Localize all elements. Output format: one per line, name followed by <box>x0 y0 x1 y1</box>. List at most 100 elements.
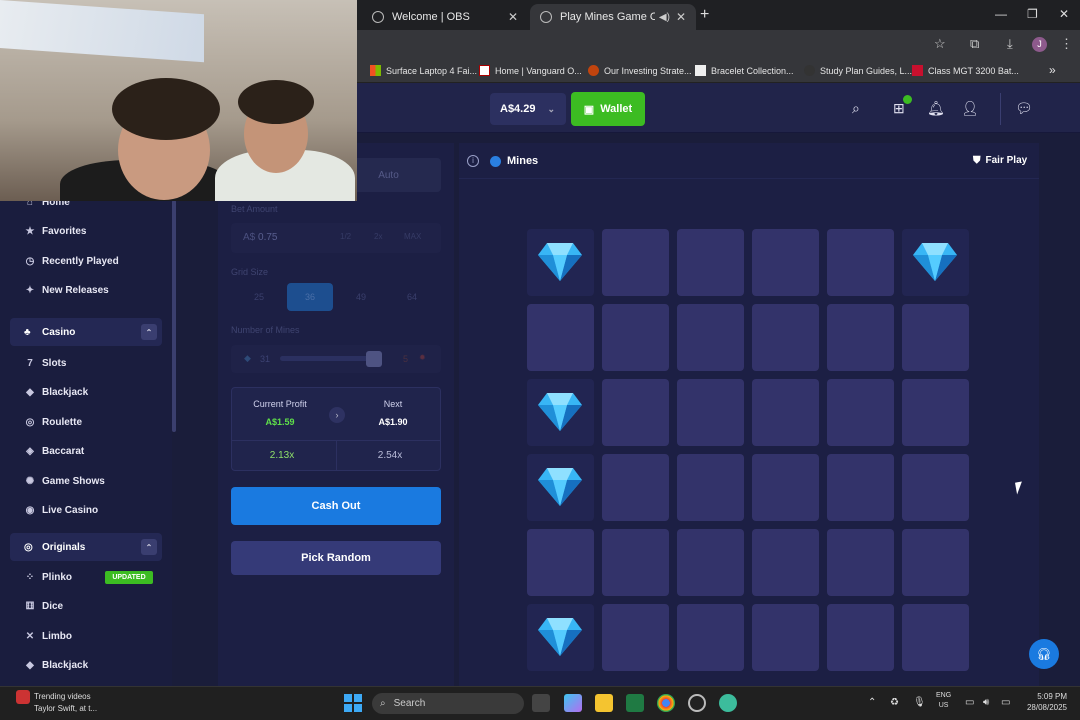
maximize-icon[interactable]: ❐ <box>1027 7 1038 21</box>
hidden-tile[interactable] <box>752 304 819 371</box>
hidden-tile[interactable] <box>752 529 819 596</box>
bell-icon[interactable]: 🔔︎ <box>927 100 945 117</box>
gift-icon[interactable]: ⊞ <box>893 100 905 117</box>
hidden-tile[interactable] <box>902 379 969 446</box>
tray-chevron-icon[interactable]: ⌃ <box>868 697 876 708</box>
hidden-tile[interactable] <box>827 604 894 671</box>
pick-random-button[interactable]: Pick Random <box>231 541 441 575</box>
user-icon[interactable]: 👤︎ <box>961 100 979 117</box>
chat-icon[interactable]: 💬︎ <box>1015 100 1033 117</box>
hidden-tile[interactable] <box>827 454 894 521</box>
sidebar-item-dice[interactable]: ⚅ Dice <box>10 592 162 620</box>
hidden-tile[interactable] <box>752 454 819 521</box>
bookmark-item[interactable]: Home | Vanguard O... <box>479 65 582 76</box>
hidden-tile[interactable] <box>827 304 894 371</box>
grid-option-36[interactable]: 36 <box>287 283 333 311</box>
wallet-button[interactable]: ▣ Wallet <box>571 92 645 126</box>
close-icon[interactable]: ✕ <box>676 10 686 24</box>
sidebar-item-game-shows[interactable]: ✺ Game Shows <box>10 467 162 495</box>
speaker-icon[interactable]: ◀) <box>659 12 670 23</box>
system-clock[interactable]: 5:09 PM 28/08/2025 <box>1023 691 1067 713</box>
fair-play-button[interactable]: ⛊ Fair Play <box>973 155 1027 166</box>
sidebar-item-slots[interactable]: 7 Slots <box>10 349 162 377</box>
hidden-tile[interactable] <box>827 529 894 596</box>
windows-start-icon[interactable] <box>344 694 362 712</box>
hidden-tile[interactable] <box>827 379 894 446</box>
microphone-icon[interactable]: 🎙︎ <box>913 697 926 708</box>
hidden-tile[interactable] <box>902 604 969 671</box>
news-widget[interactable]: Trending videos Taylor Swift, at t... <box>16 690 97 714</box>
bookmarks-overflow-icon[interactable]: » <box>1049 63 1056 77</box>
chrome-icon[interactable] <box>657 694 675 712</box>
cash-out-button[interactable]: Cash Out <box>231 487 441 525</box>
sidebar-item-blackjack[interactable]: ◆ Blackjack <box>10 378 162 406</box>
bookmark-item[interactable]: Surface Laptop 4 Fai... <box>370 65 477 76</box>
grid-option-25[interactable]: 25 <box>236 283 282 311</box>
obs-icon[interactable] <box>688 694 706 712</box>
search-icon[interactable]: ⌕ <box>852 100 860 117</box>
task-view-icon[interactable] <box>532 694 550 712</box>
taskbar-search[interactable]: ⌕ Search <box>372 693 524 714</box>
hidden-tile[interactable] <box>752 229 819 296</box>
grid-option-49[interactable]: 49 <box>338 283 384 311</box>
hidden-tile[interactable] <box>677 529 744 596</box>
hidden-tile[interactable] <box>677 229 744 296</box>
tray-app-icon[interactable]: ♻ <box>890 697 899 708</box>
language-indicator[interactable]: ENG US <box>936 691 951 711</box>
minimize-icon[interactable]: — <box>995 7 1007 21</box>
sidebar-group-originals[interactable]: ◎ Originals ⌃ <box>10 533 162 561</box>
sidebar-scrollbar[interactable] <box>172 200 176 432</box>
monitor-icon[interactable]: ▭ <box>965 697 974 708</box>
copilot-icon[interactable] <box>564 694 582 712</box>
hidden-tile[interactable] <box>752 379 819 446</box>
volume-icon[interactable]: 🔊︎ <box>983 697 989 708</box>
bookmark-item[interactable]: Class MGT 3200 Bat... <box>912 65 1019 76</box>
sidebar-item-roulette[interactable]: ◎ Roulette <box>10 408 162 436</box>
star-icon[interactable]: ☆ <box>934 36 946 52</box>
bookmark-item[interactable]: Our Investing Strate... <box>588 65 692 76</box>
chevron-up-icon[interactable]: ⌃ <box>141 324 157 340</box>
hidden-tile[interactable] <box>902 529 969 596</box>
hidden-tile[interactable] <box>902 304 969 371</box>
battery-icon[interactable]: ▭ <box>1001 697 1010 708</box>
hidden-tile[interactable] <box>602 604 669 671</box>
sidebar-item-recently-played[interactable]: ◷ Recently Played <box>10 247 162 275</box>
extensions-icon[interactable]: ⧉ <box>970 36 979 52</box>
file-explorer-icon[interactable] <box>595 694 613 712</box>
sidebar-item-new-releases[interactable]: ✦ New Releases <box>10 276 162 304</box>
hidden-tile[interactable] <box>602 379 669 446</box>
menu-kebab-icon[interactable]: ⋮ <box>1060 36 1073 52</box>
hidden-tile[interactable] <box>527 529 594 596</box>
support-headset-icon[interactable]: 🎧︎ <box>1029 639 1059 669</box>
sidebar-item-favorites[interactable]: ★ Favorites <box>10 217 162 245</box>
close-icon[interactable]: ✕ <box>508 10 518 24</box>
hidden-tile[interactable] <box>752 604 819 671</box>
mines-slider-track[interactable] <box>280 356 380 361</box>
sidebar-item-live-casino[interactable]: ◉ Live Casino <box>10 496 162 524</box>
mines-slider-handle[interactable] <box>366 351 382 367</box>
hidden-tile[interactable] <box>602 304 669 371</box>
info-icon[interactable]: i <box>467 155 479 167</box>
app-icon[interactable] <box>719 694 737 712</box>
max-bet-button[interactable]: MAX <box>404 232 421 241</box>
chevron-up-icon[interactable]: ⌃ <box>141 539 157 555</box>
browser-tab-mines[interactable]: Play Mines Game Online at ◀) ✕ <box>530 4 696 30</box>
hidden-tile[interactable] <box>677 604 744 671</box>
close-window-icon[interactable]: ✕ <box>1059 7 1069 21</box>
hidden-tile[interactable] <box>677 454 744 521</box>
browser-tab-obs[interactable]: Welcome | OBS ✕ <box>362 4 528 30</box>
sidebar-item-blackjack-original[interactable]: ◆ Blackjack <box>10 651 162 679</box>
new-tab-icon[interactable]: + <box>700 6 709 24</box>
bookmark-item[interactable]: Study Plan Guides, L... <box>804 65 912 76</box>
sidebar-item-limbo[interactable]: ✕ Limbo <box>10 622 162 650</box>
double-bet-button[interactable]: 2x <box>374 232 382 241</box>
hidden-tile[interactable] <box>827 229 894 296</box>
balance-selector[interactable]: A$4.29 ⌄ <box>490 93 566 125</box>
hidden-tile[interactable] <box>602 229 669 296</box>
profile-avatar[interactable]: J <box>1032 37 1047 52</box>
sidebar-item-baccarat[interactable]: ◈ Baccarat <box>10 437 162 465</box>
hidden-tile[interactable] <box>902 454 969 521</box>
bookmark-item[interactable]: Bracelet Collection... <box>695 65 794 76</box>
hidden-tile[interactable] <box>677 379 744 446</box>
hidden-tile[interactable] <box>602 454 669 521</box>
